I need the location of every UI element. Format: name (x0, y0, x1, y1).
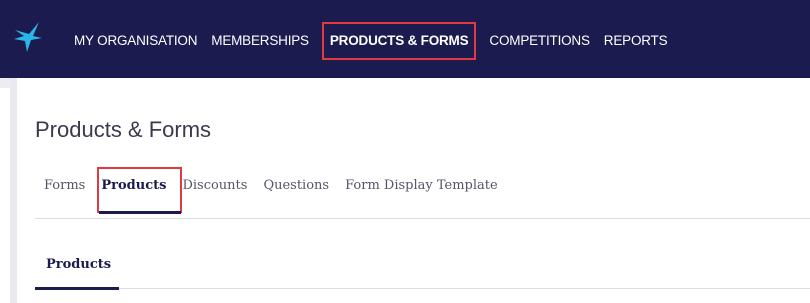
nav-item-memberships[interactable]: MEMBERSHIPS (204, 22, 316, 60)
tab-discounts[interactable]: Discounts (174, 168, 255, 216)
section-divider (35, 288, 810, 289)
top-navigation-bar: MY ORGANISATION MEMBERSHIPS PRODUCTS & F… (0, 0, 810, 78)
section-heading-underline (35, 287, 119, 290)
nav-item-my-organisation[interactable]: MY ORGANISATION (67, 22, 204, 60)
page-title: Products & Forms (35, 117, 212, 142)
tab-bar-divider (35, 218, 810, 219)
tab-form-display-template[interactable]: Form Display Template (337, 168, 506, 216)
nav-item-products-forms[interactable]: PRODUCTS & FORMS (321, 22, 477, 60)
tab-products[interactable]: Products (93, 168, 174, 216)
nav-item-competitions[interactable]: COMPETITIONS (482, 22, 596, 60)
star-logo-icon[interactable] (13, 19, 43, 53)
tab-bar: Forms Products Discounts Questions Form … (36, 168, 506, 216)
active-tab-underline (99, 211, 181, 214)
tab-forms[interactable]: Forms (36, 168, 93, 216)
main-nav: MY ORGANISATION MEMBERSHIPS PRODUCTS & F… (67, 22, 674, 60)
tab-questions[interactable]: Questions (255, 168, 337, 216)
nav-item-reports[interactable]: REPORTS (597, 22, 675, 60)
page: MY ORGANISATION MEMBERSHIPS PRODUCTS & F… (0, 0, 810, 303)
section-heading-products[interactable]: Products (46, 257, 111, 272)
